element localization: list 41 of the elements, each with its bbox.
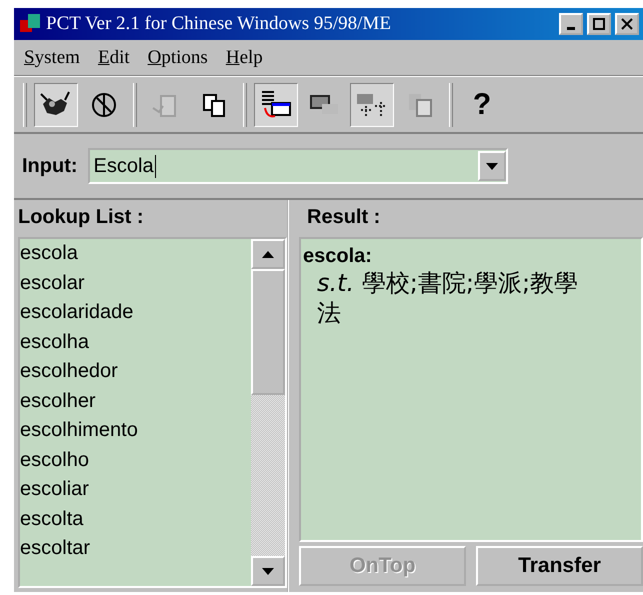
menu-item[interactable]: System [24,46,80,68]
list-item[interactable]: escola [20,239,251,268]
result-label: Result : [306,206,382,229]
definition: s.t. 學校;書院;學派;教學法 [316,268,580,328]
help-button[interactable]: ? [460,82,504,126]
headword: escola: [303,245,373,268]
toolbar-button[interactable] [350,82,394,126]
lookup-list-label: Lookup List : [18,206,145,229]
caret-icon [486,162,498,170]
input-field[interactable]: Escola [88,148,508,184]
menu-item[interactable]: Help [226,46,263,68]
list-item[interactable]: escolta [20,504,251,534]
transfer-button[interactable]: Transfer [476,546,643,586]
list-item[interactable]: escoltar [20,534,251,564]
dropdown-button[interactable] [478,151,506,181]
minimize-icon [567,27,575,30]
menu-item[interactable]: Options [148,46,208,68]
scroll-down-button[interactable] [251,556,285,586]
menu-item[interactable]: Edit [98,46,130,68]
close-button[interactable] [615,13,639,35]
list-item[interactable]: escolar [20,268,251,298]
window-title: PCT Ver 2.1 for Chinese Windows 95/98/ME [46,13,392,35]
list-item[interactable]: escolhedor [20,357,251,386]
maximize-button[interactable] [587,13,611,35]
list-item[interactable]: escoliar [20,475,251,504]
list-item[interactable]: escolhimento [20,416,251,446]
close-icon [621,18,633,30]
maximize-icon [593,18,605,30]
up-arrow-icon [262,250,274,258]
list-item[interactable]: escolho [20,446,251,475]
list-item[interactable]: escolher [20,386,251,416]
toolbar-button[interactable] [34,82,78,126]
down-arrow-icon [262,568,274,574]
toolbar-button[interactable] [254,82,298,126]
scroll-thumb[interactable] [251,269,285,395]
list-item[interactable]: escolha [20,328,251,357]
minimize-button[interactable] [559,13,583,35]
input-label: Input: [22,154,78,178]
scrollbar[interactable] [251,239,285,586]
list-item[interactable]: escolaridade [20,298,251,328]
scroll-up-button[interactable] [251,239,285,269]
